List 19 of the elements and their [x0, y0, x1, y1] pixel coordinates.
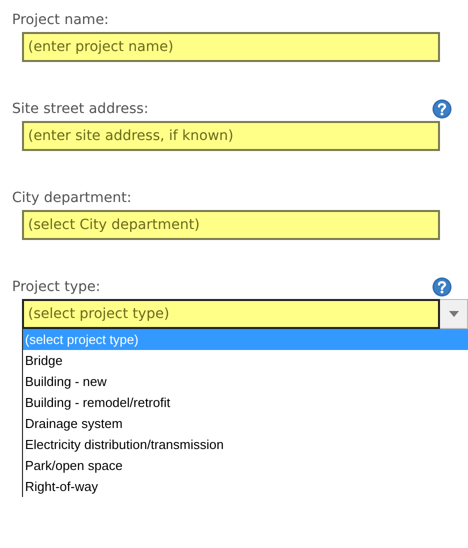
field-label: Project name:	[12, 10, 109, 30]
dropdown-option[interactable]: Electricity distribution/transmission	[23, 434, 468, 455]
dropdown-option[interactable]: Drainage system	[23, 413, 468, 434]
dropdown-field[interactable]: (select City department)	[22, 210, 440, 240]
text-field[interactable]: (enter site address, if known)	[22, 121, 440, 151]
field-label: City department:	[12, 188, 132, 208]
dropdown-option[interactable]: Park/open space	[23, 455, 468, 476]
dropdown-option[interactable]: Building - new	[23, 371, 468, 392]
help-icon[interactable]	[432, 277, 452, 297]
dropdown-option[interactable]: Right-of-way	[23, 476, 468, 497]
text-field[interactable]: (enter project name)	[22, 32, 440, 62]
help-icon[interactable]	[432, 99, 452, 119]
caret-icon	[448, 311, 459, 317]
dropdown-option[interactable]: Bridge	[23, 350, 468, 371]
dropdown-option[interactable]: Building - remodel/retrofit	[23, 392, 468, 413]
dropdown-button[interactable]	[440, 299, 468, 329]
field-label: Site street address:	[12, 100, 148, 118]
field-label: Project type:	[12, 278, 100, 296]
dropdown-field[interactable]: (select project type)	[22, 299, 440, 329]
